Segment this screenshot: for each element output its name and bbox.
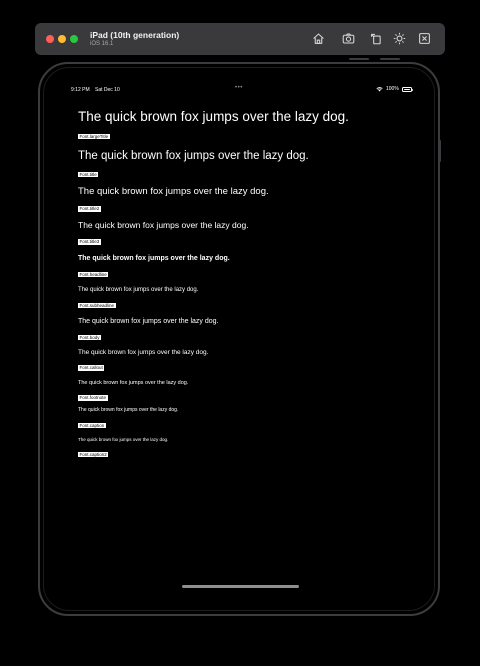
sample-label: Font.caption2 bbox=[78, 451, 109, 458]
simulator-toolbar: iPad (10th generation) iOS 16.1 bbox=[35, 23, 445, 55]
volume-button bbox=[349, 58, 369, 60]
home-indicator[interactable] bbox=[182, 585, 299, 588]
sample-callout: The quick brown fox jumps over the lazy … bbox=[78, 349, 208, 374]
battery-icon bbox=[401, 86, 413, 92]
sample-label: Font.subheadline bbox=[78, 302, 116, 309]
battery-percent: 100% bbox=[386, 86, 399, 92]
sample-label: Font.caption bbox=[78, 422, 106, 428]
sample-body: The quick brown fox jumps over the lazy … bbox=[78, 318, 218, 344]
sample-text: The quick brown fox jumps over the lazy … bbox=[78, 220, 249, 230]
sample-label: Font.callout bbox=[78, 365, 105, 371]
sample-label: Font.headline bbox=[78, 271, 109, 278]
rotate-icon[interactable] bbox=[369, 31, 383, 45]
appearance-icon[interactable] bbox=[392, 31, 406, 45]
status-date: Sat Dec 10 bbox=[95, 87, 120, 93]
screenshot-icon[interactable] bbox=[341, 31, 355, 45]
multitasking-dots[interactable]: ••• bbox=[235, 85, 243, 91]
sample-label: Font.body bbox=[78, 334, 102, 341]
sample-label: Font.title3 bbox=[78, 239, 101, 245]
minimize-window-button[interactable] bbox=[58, 35, 66, 43]
zoom-window-button[interactable] bbox=[70, 35, 78, 43]
sample-text: The quick brown fox jumps over the lazy … bbox=[78, 318, 219, 325]
sample-title: The quick brown fox jumps over the lazy … bbox=[78, 150, 309, 181]
sample-text: The quick brown fox jumps over the lazy … bbox=[78, 109, 349, 124]
sample-label: Font.footnote bbox=[78, 395, 108, 401]
os-version: iOS 16.1 bbox=[90, 41, 114, 47]
sample-title3: The quick brown fox jumps over the lazy … bbox=[78, 220, 249, 248]
sample-label: Font.largeTitle bbox=[78, 133, 110, 140]
sample-caption: The quick brown fox jumps over the lazy … bbox=[78, 407, 179, 432]
sample-text: The quick brown fox jumps over the lazy … bbox=[78, 287, 199, 293]
sample-large-title: The quick brown fox jumps over the lazy … bbox=[78, 109, 349, 143]
status-indicators: 100% bbox=[376, 86, 413, 92]
sample-title2: The quick brown fox jumps over the lazy … bbox=[78, 186, 269, 215]
sample-text: The quick brown fox jumps over the lazy … bbox=[78, 349, 209, 356]
sample-headline: The quick brown fox jumps over the lazy … bbox=[78, 255, 230, 281]
sample-caption2: The quick brown fox jumps over the lazy … bbox=[78, 437, 169, 461]
sample-label: Font.title bbox=[78, 171, 99, 178]
status-time: 9:12 PM bbox=[71, 87, 90, 93]
home-icon[interactable] bbox=[311, 31, 325, 45]
close-icon[interactable] bbox=[417, 31, 431, 45]
sample-label: Font.title2 bbox=[78, 206, 101, 212]
wifi-icon bbox=[376, 86, 383, 92]
sample-text: The quick brown fox jumps over the lazy … bbox=[78, 437, 169, 442]
sample-text: The quick brown fox jumps over the lazy … bbox=[78, 380, 189, 386]
top-button bbox=[380, 58, 400, 60]
sample-text: The quick brown fox jumps over the lazy … bbox=[78, 150, 309, 162]
sample-text: The quick brown fox jumps over the lazy … bbox=[78, 407, 179, 413]
sample-text: The quick brown fox jumps over the lazy … bbox=[78, 255, 230, 262]
device-name: iPad (10th generation) bbox=[90, 30, 180, 40]
sample-subheadline: The quick brown fox jumps over the lazy … bbox=[78, 287, 198, 312]
sample-text: The quick brown fox jumps over the lazy … bbox=[78, 186, 269, 197]
sample-footnote: The quick brown fox jumps over the lazy … bbox=[78, 380, 188, 404]
close-window-button[interactable] bbox=[46, 35, 54, 43]
